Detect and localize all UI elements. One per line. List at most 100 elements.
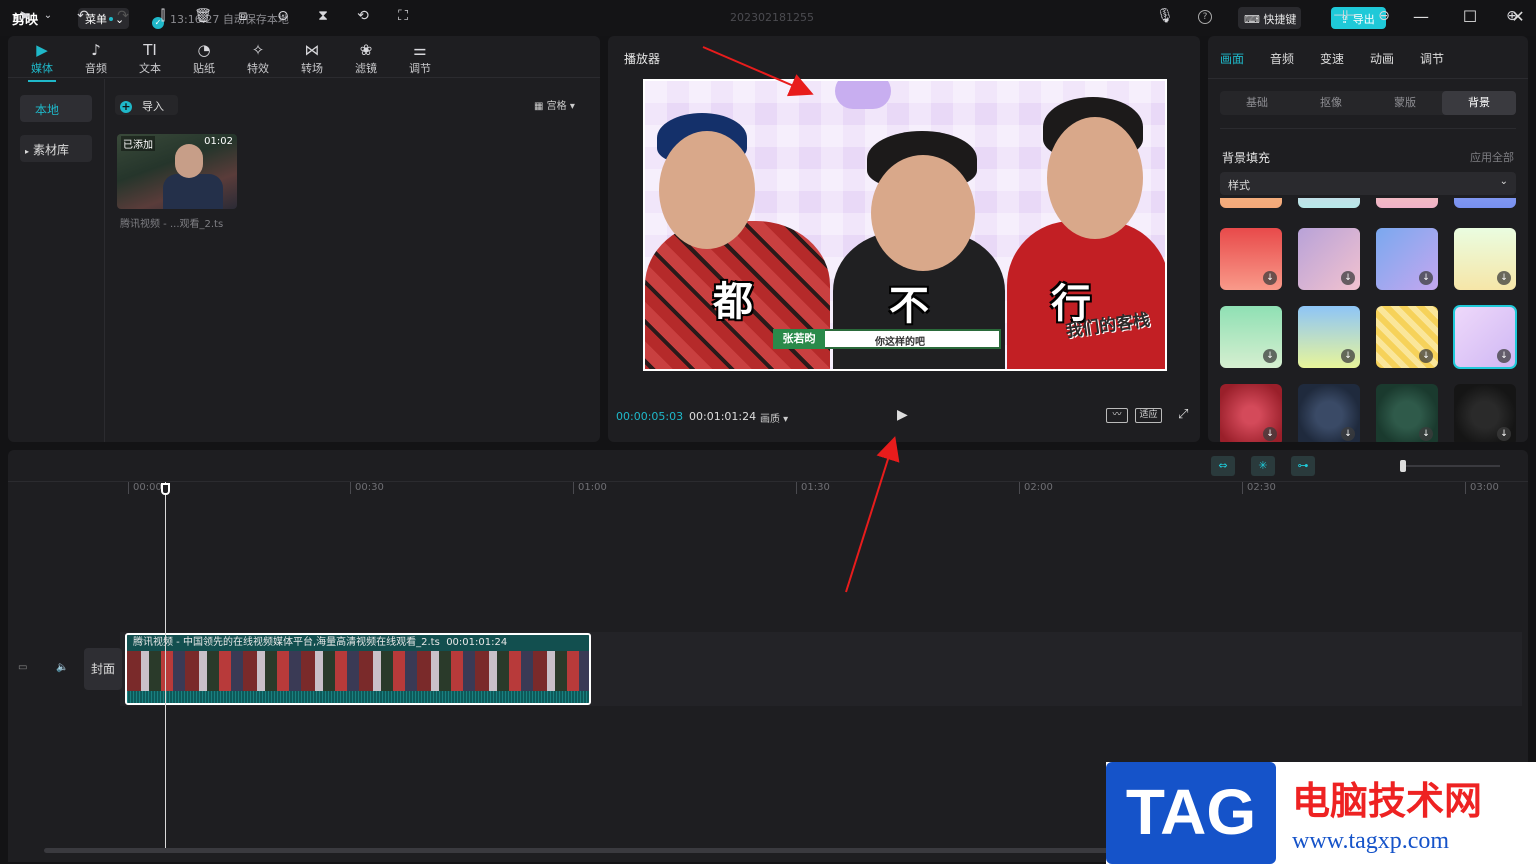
maximize-icon[interactable]: ☐ xyxy=(1458,6,1482,30)
media-panel xyxy=(8,36,600,442)
subtab-mask[interactable]: 蒙版 xyxy=(1368,91,1442,115)
grid-icon: ▦ xyxy=(534,101,547,112)
person-mid-head xyxy=(871,155,975,271)
view-mode-select[interactable]: ▦ 宫格 ▾ xyxy=(534,97,575,112)
swatch-sky-lime[interactable]: ↓ xyxy=(1298,306,1360,368)
tab-media[interactable]: ▶ 媒体 xyxy=(20,40,64,82)
reverse-icon[interactable]: ⊙ xyxy=(273,7,293,27)
swatch-navy-dots[interactable]: ↓ xyxy=(1298,384,1360,442)
project-title: 202302181255 xyxy=(730,11,814,24)
freeze-icon[interactable]: ⧈ xyxy=(233,7,253,27)
adjust-icon: ⚌ xyxy=(413,41,427,59)
fit-button[interactable]: 适应 xyxy=(1135,408,1162,423)
play-icon[interactable]: ▶ xyxy=(897,407,908,423)
subtab-cutout[interactable]: 抠像 xyxy=(1294,91,1368,115)
swatch-partial[interactable] xyxy=(1220,198,1282,208)
tab-sticker[interactable]: ◔ 贴纸 xyxy=(182,40,226,76)
main-track-magnet-icon[interactable]: ⇔ xyxy=(1211,456,1235,476)
subtab-basic[interactable]: 基础 xyxy=(1220,91,1294,115)
mirror-icon[interactable]: ⧗ xyxy=(313,7,333,27)
swatch-yellow-plaid[interactable]: ↓ xyxy=(1376,306,1438,368)
swatch-red-glitter[interactable]: ↓ xyxy=(1220,384,1282,442)
minimize-icon[interactable]: — xyxy=(1409,6,1433,30)
sidebar-item-library[interactable]: ▸ 素材库 xyxy=(20,135,92,162)
tab-audio[interactable]: ♪ 音频 xyxy=(74,40,118,76)
linkage-icon[interactable]: ⊶ xyxy=(1291,456,1315,476)
media-filename: 腾讯视频 - ...观看_2.ts xyxy=(120,219,224,230)
swatch-cloud-blue[interactable]: ↓ xyxy=(1376,228,1438,290)
select-tool-icon[interactable]: ➤ xyxy=(15,7,35,27)
video-clip[interactable]: 腾讯视频 - 中国领先的在线视频媒体平台,海量高清视频在线观看_2.ts 00:… xyxy=(125,633,591,705)
swatch-green-dots[interactable]: ↓ xyxy=(1376,384,1438,442)
swatch-green-yellow[interactable]: ↓ xyxy=(1454,228,1516,290)
tab-filter[interactable]: ❀ 滤镜 xyxy=(344,40,388,76)
download-icon: ↓ xyxy=(1263,349,1277,363)
horizontal-scrollbar[interactable] xyxy=(44,848,1114,853)
zoom-slider[interactable] xyxy=(1400,465,1500,467)
media-thumbnail[interactable]: 已添加 01:02 xyxy=(117,134,237,209)
cover-button[interactable]: 封面 xyxy=(84,648,122,690)
waveform-icon[interactable]: 〰 xyxy=(1106,408,1128,423)
tab-picture[interactable]: 画面 xyxy=(1220,50,1244,67)
redo-icon[interactable]: ↷ xyxy=(113,7,133,27)
tab-audio-props[interactable]: 音频 xyxy=(1270,50,1294,67)
playhead-handle[interactable] xyxy=(161,483,170,495)
quality-select[interactable]: 画质 ▾ xyxy=(760,410,788,425)
sidebar-item-local[interactable]: 本地 xyxy=(20,95,92,122)
microphone-icon[interactable]: 🎙 xyxy=(1155,7,1175,27)
tab-text[interactable]: TI 文本 xyxy=(128,40,172,76)
ruler-tick: 03:00 xyxy=(1465,482,1499,494)
style-select[interactable]: 样式 ⌄ xyxy=(1220,172,1516,195)
rotate-icon[interactable]: ⟲ xyxy=(353,7,373,27)
ruler-tick: 00:00 xyxy=(128,482,162,494)
swatch-mint[interactable]: ↓ xyxy=(1220,306,1282,368)
ruler-tick: 02:00 xyxy=(1019,482,1053,494)
download-icon: ↓ xyxy=(1263,271,1277,285)
undo-icon[interactable]: ↶ xyxy=(73,7,93,27)
swatch-purple-bunny[interactable]: ↓ xyxy=(1453,305,1517,369)
tab-adjust-props[interactable]: 调节 xyxy=(1420,50,1444,67)
name-tag: 张若昀 xyxy=(773,329,825,349)
tab-transition[interactable]: ⋈ 转场 xyxy=(290,40,334,76)
download-icon: ↓ xyxy=(1419,349,1433,363)
auto-snap-icon[interactable]: ✳ xyxy=(1251,456,1275,476)
preview-axis-icon[interactable]: ⊣⊢ xyxy=(1333,7,1357,27)
swatch-partial[interactable] xyxy=(1376,198,1438,208)
swatch-partial[interactable] xyxy=(1298,198,1360,208)
tab-effects[interactable]: ✧ 特效 xyxy=(236,40,280,76)
video-preview[interactable]: 都 不 行 张若昀 你这样的吧 我们的客栈 xyxy=(643,79,1167,371)
fullscreen-icon[interactable]: ⤢ xyxy=(1178,407,1188,422)
filter-icon: ❀ xyxy=(359,41,373,59)
playhead[interactable] xyxy=(165,482,166,852)
subtab-background[interactable]: 背景 xyxy=(1442,91,1516,115)
import-button[interactable]: + 导入 xyxy=(115,95,178,115)
track-audio-icon[interactable]: 🔈 xyxy=(56,662,68,673)
swatch-lavender[interactable]: ↓ xyxy=(1298,228,1360,290)
total-time: 00:01:01:24 xyxy=(689,410,757,423)
delete-icon[interactable]: 🗑 xyxy=(193,7,213,27)
subtab-group: 基础 抠像 蒙版 背景 xyxy=(1220,91,1516,115)
swatch-red[interactable]: ↓ xyxy=(1220,228,1282,290)
effects-icon: ✧ xyxy=(251,41,265,59)
tab-animation[interactable]: 动画 xyxy=(1370,50,1394,67)
download-icon: ↓ xyxy=(1497,271,1511,285)
thumb-face xyxy=(175,144,203,178)
crop-icon[interactable]: ⛶ xyxy=(393,7,413,27)
zoom-slider-handle[interactable] xyxy=(1400,460,1406,472)
duration-label: 01:02 xyxy=(204,136,233,147)
tab-adjust[interactable]: ⚌ 调节 xyxy=(398,40,442,76)
zoom-in-icon[interactable]: ⊕ xyxy=(1502,7,1522,27)
name-caption: 张若昀 你这样的吧 xyxy=(773,329,1001,349)
swatch-black-dots[interactable]: ↓ xyxy=(1454,384,1516,442)
help-icon[interactable]: ? xyxy=(1198,10,1212,24)
apply-all-button[interactable]: 应用全部 xyxy=(1470,149,1514,165)
chevron-down-icon[interactable]: ⌄ xyxy=(38,7,58,27)
divider xyxy=(104,79,105,442)
shortcut-button[interactable]: ⌨ 快捷键 xyxy=(1238,7,1301,29)
split-icon[interactable]: ⫿ xyxy=(153,7,173,27)
plus-icon: + xyxy=(120,100,132,113)
tab-speed[interactable]: 变速 xyxy=(1320,50,1344,67)
swatch-partial[interactable] xyxy=(1454,198,1516,208)
zoom-out-icon[interactable]: ⊖ xyxy=(1374,7,1394,27)
track-video-icon[interactable]: ▭ xyxy=(18,662,27,673)
